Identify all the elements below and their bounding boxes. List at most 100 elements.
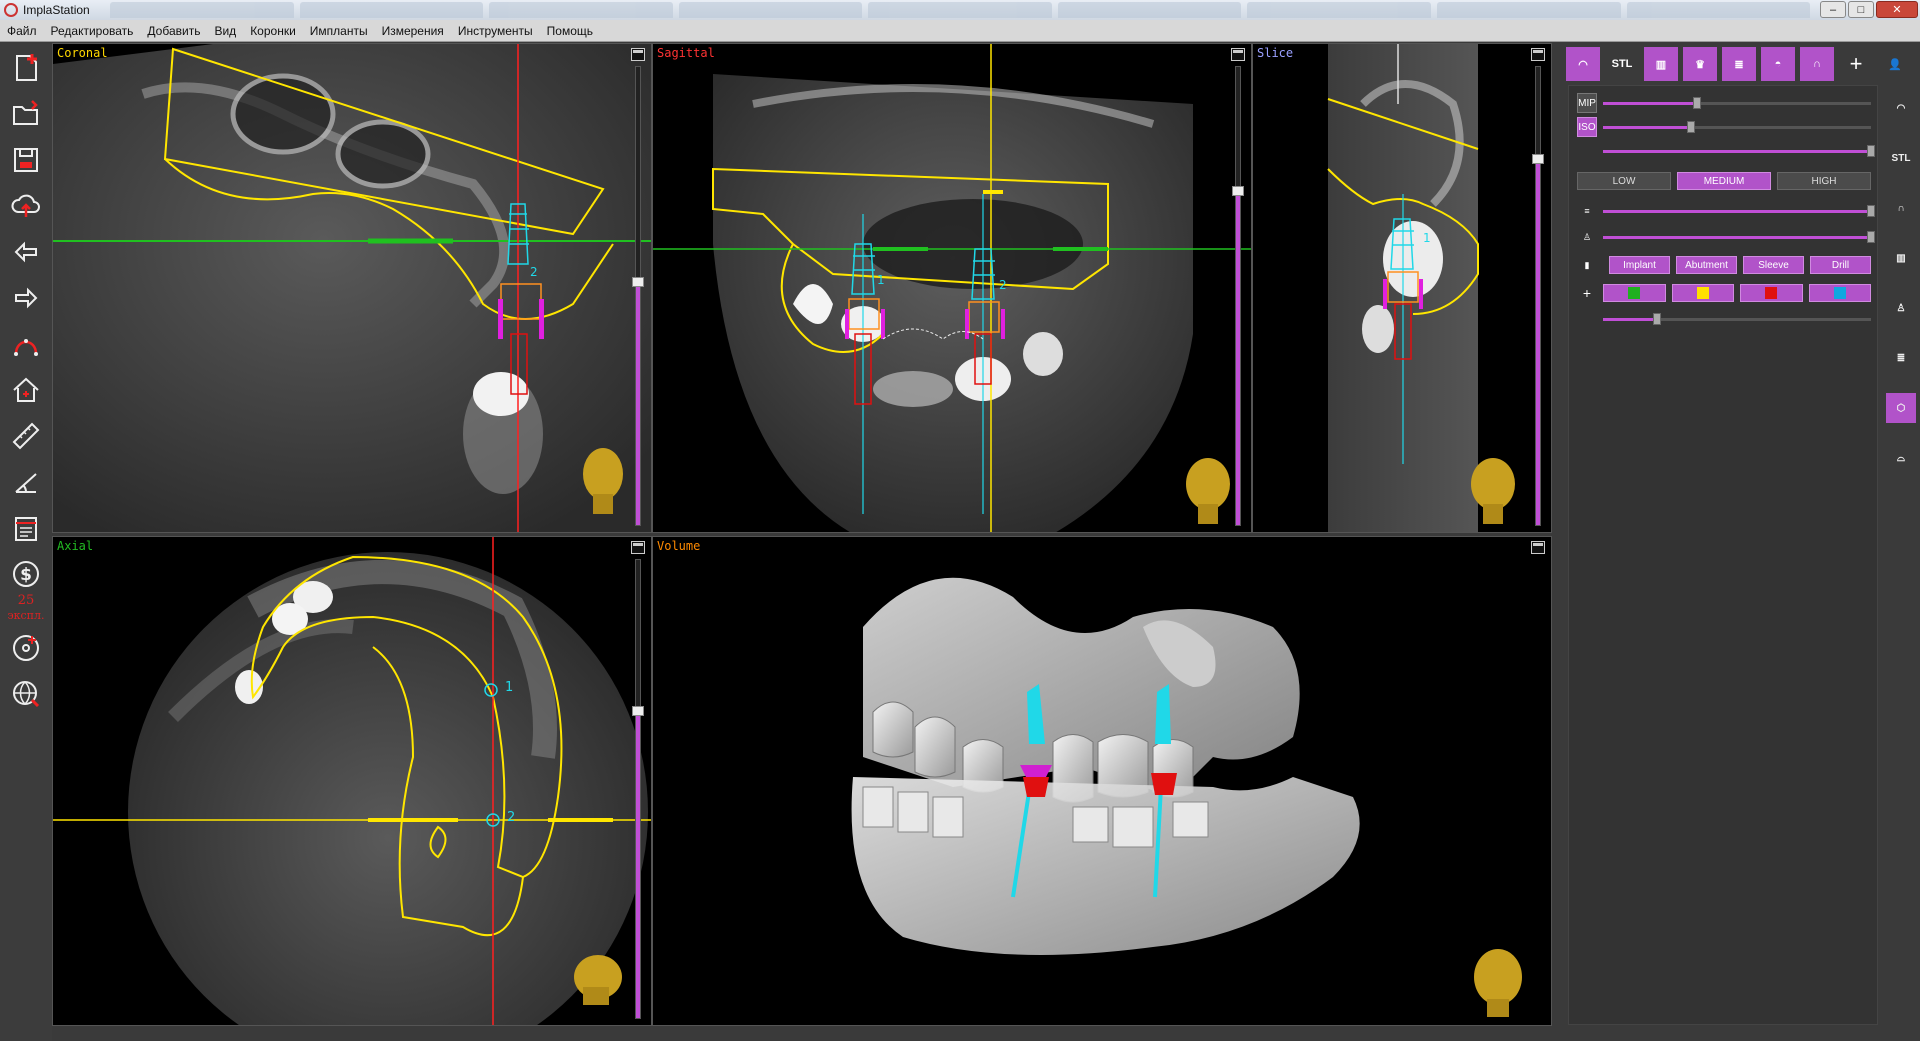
single-tooth-button[interactable]: ♙: [1886, 293, 1916, 323]
home-view-button[interactable]: [6, 370, 46, 410]
tab-add[interactable]: +: [1839, 47, 1873, 81]
drill-button[interactable]: Drill: [1810, 256, 1871, 274]
cloud-upload-button[interactable]: [6, 186, 46, 226]
quality-medium-button[interactable]: MEDIUM: [1677, 172, 1771, 190]
color-blue-button[interactable]: [1808, 284, 1871, 302]
sagittal-slice-slider[interactable]: [1232, 66, 1244, 526]
volume-3d-button[interactable]: ⬡: [1886, 393, 1916, 423]
slice-position-slider[interactable]: [1532, 66, 1544, 526]
tab-tooth[interactable]: ♛: [1683, 47, 1717, 81]
maximize-viewport-icon[interactable]: [631, 541, 645, 554]
maximize-icon[interactable]: □: [1848, 1, 1874, 18]
disc-export-icon: [13, 635, 39, 661]
color-red-button[interactable]: [1740, 284, 1803, 302]
stl-opacity-slider[interactable]: [1603, 204, 1875, 217]
axial-scan-image: 1 2: [53, 537, 651, 1025]
arch-side-button[interactable]: ⌓: [1886, 443, 1916, 473]
axial-viewport[interactable]: 1 2 Axial: [52, 536, 652, 1026]
iso-slider[interactable]: [1603, 120, 1871, 133]
ruler-button[interactable]: [6, 416, 46, 456]
coronal-viewport[interactable]: 2 Coronal: [52, 43, 652, 533]
menu-add[interactable]: Добавить: [140, 24, 207, 38]
implant-side-button[interactable]: ≣: [1886, 343, 1916, 373]
web-share-button[interactable]: [6, 674, 46, 714]
color-yellow-button[interactable]: [1671, 284, 1734, 302]
maximize-viewport-icon[interactable]: [631, 48, 645, 61]
menu-help[interactable]: Помощь: [540, 24, 600, 38]
implant-button[interactable]: Implant: [1609, 256, 1670, 274]
minimize-icon[interactable]: –: [1820, 1, 1846, 18]
volume-viewport[interactable]: Volume: [652, 536, 1552, 1026]
close-icon[interactable]: ✕: [1876, 1, 1918, 18]
iso-toggle-button[interactable]: ISO: [1577, 117, 1597, 137]
undo-button[interactable]: [6, 232, 46, 272]
green-swatch: [1628, 287, 1641, 299]
panoramic-curve-button[interactable]: [6, 324, 46, 364]
cloud-upload-icon: [11, 194, 40, 217]
orientation-head-icon: [1186, 458, 1230, 524]
sagittal-viewport[interactable]: 1 2 Sagittal: [652, 43, 1252, 533]
abutment-button[interactable]: Abutment: [1676, 256, 1737, 274]
tab-implant[interactable]: ≣: [1722, 47, 1756, 81]
stl-list-button[interactable]: STL: [1886, 143, 1916, 173]
opacity-slider[interactable]: [1603, 144, 1875, 157]
menu-measurements[interactable]: Измерения: [375, 24, 451, 38]
redo-button[interactable]: [6, 278, 46, 318]
menu-edit[interactable]: Редактировать: [44, 24, 141, 38]
menu-crowns[interactable]: Коронки: [243, 24, 303, 38]
save-button[interactable]: [6, 140, 46, 180]
tab-stl[interactable]: STL: [1605, 47, 1639, 81]
viewport-label: Sagittal: [657, 46, 715, 60]
quality-selector: LOW MEDIUM HIGH: [1577, 172, 1871, 190]
menu-implants[interactable]: Импланты: [303, 24, 375, 38]
tooth-opacity-slider[interactable]: [1603, 230, 1875, 243]
stl-icon: STL: [1611, 58, 1633, 70]
menu-tools[interactable]: Инструменты: [451, 24, 540, 38]
title-bar: ImplaStation – □ ✕: [0, 0, 1920, 20]
arch-icon: ◓: [1774, 58, 1782, 70]
mip-slider[interactable]: [1603, 96, 1871, 109]
color-green-button[interactable]: [1603, 284, 1666, 302]
maximize-viewport-icon[interactable]: [1231, 48, 1245, 61]
window-title: ImplaStation: [23, 3, 90, 17]
tab-dentition[interactable]: ▥: [1644, 47, 1678, 81]
new-case-icon: [16, 54, 37, 81]
slice-viewport[interactable]: 1 Slice: [1252, 43, 1552, 533]
volume-3d-rendering: [851, 577, 1522, 1017]
maximize-viewport-icon[interactable]: [1531, 48, 1545, 61]
menu-file[interactable]: Файл: [0, 24, 44, 38]
mip-label: MIP: [1578, 97, 1596, 109]
quality-low-button[interactable]: LOW: [1577, 172, 1671, 190]
tab-guide[interactable]: ∩: [1800, 47, 1834, 81]
quality-high-button[interactable]: HIGH: [1777, 172, 1871, 190]
size-row: [1577, 308, 1871, 330]
menu-view[interactable]: Вид: [207, 24, 243, 38]
blue-swatch: [1833, 287, 1846, 299]
upper-jaw-button[interactable]: ◠: [1886, 93, 1916, 123]
maximize-viewport-icon[interactable]: [1531, 541, 1545, 554]
axial-slice-slider[interactable]: [632, 559, 644, 1019]
open-folder-icon: [13, 100, 38, 125]
ruler-icon: [12, 422, 40, 450]
coronal-slice-slider[interactable]: [632, 66, 644, 526]
new-case-button[interactable]: [6, 48, 46, 88]
open-button[interactable]: [6, 94, 46, 134]
tab-user-settings[interactable]: 👤: [1878, 47, 1912, 81]
tab-arch[interactable]: ◓: [1761, 47, 1795, 81]
mip-toggle-button[interactable]: MIP: [1577, 93, 1597, 113]
pricing-button[interactable]: $: [6, 554, 46, 594]
implant-1-label: 1: [1423, 231, 1431, 245]
sleeve-button[interactable]: Sleeve: [1743, 256, 1804, 274]
report-button[interactable]: [6, 508, 46, 548]
nerve-canal-button[interactable]: ∩: [1886, 193, 1916, 223]
implant-small-icon: ▮: [1584, 259, 1590, 270]
right-panel: ◠ STL ▥ ♛ ≣ ◓ ∩ + 👤 MIP ISO LOW MEDIUM H…: [1564, 43, 1920, 1041]
angle-measure-button[interactable]: [6, 462, 46, 502]
size-slider[interactable]: [1603, 312, 1871, 325]
disc-export-button[interactable]: [6, 628, 46, 668]
implant-2-label: 2: [507, 810, 515, 825]
teeth-row-button[interactable]: ▥: [1886, 243, 1916, 273]
status-strip: [52, 1026, 1564, 1041]
crosshair-small-icon: +: [1582, 285, 1592, 301]
tab-jaw-view[interactable]: ◠: [1566, 47, 1600, 81]
